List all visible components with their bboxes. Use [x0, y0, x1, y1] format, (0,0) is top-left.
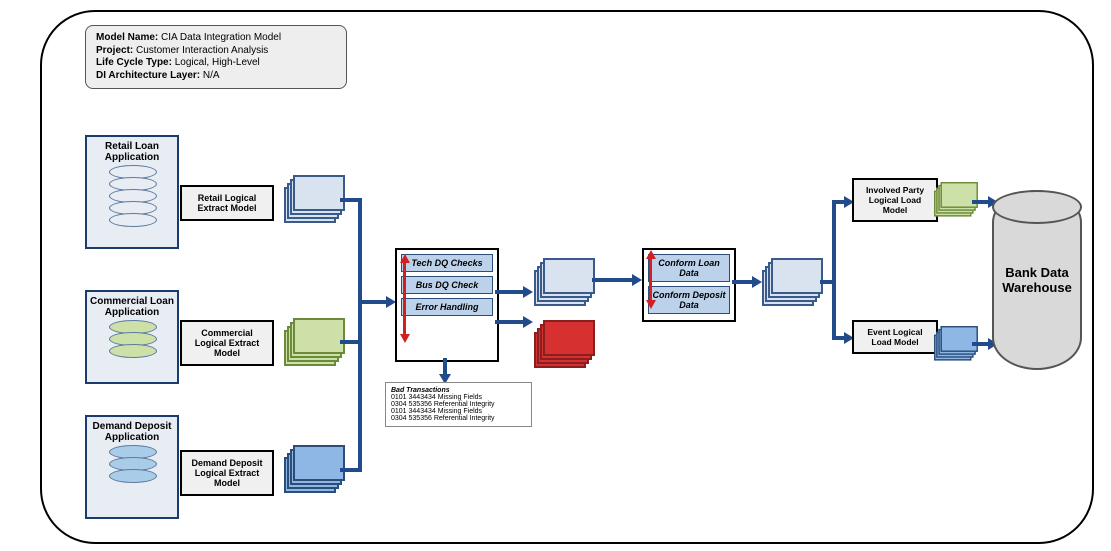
source-demand-title: Demand Deposit Application [87, 417, 177, 447]
data-stack-clean [534, 258, 589, 302]
disk-stack-icon [109, 165, 155, 227]
conform-deposit: Conform Deposit Data [648, 286, 730, 314]
source-retail-title: Retail Loan Application [87, 137, 177, 167]
dq-process-box: Tech DQ Checks Bus DQ Check Error Handli… [395, 248, 499, 362]
diagram-canvas: Model Name: CIA Data Integration Model P… [0, 0, 1111, 551]
output-stack-event [934, 326, 974, 358]
disk-stack-icon [109, 445, 155, 483]
info-model-name-label: Model Name: [96, 32, 158, 43]
load-party-model: Involved Party Logical Load Model [852, 178, 938, 222]
bad-transactions-note: Bad Transactions 0101 3443434 Missing Fi… [385, 382, 532, 427]
conform-process-box: Conform Loan Data Conform Deposit Data [642, 248, 736, 322]
info-model-name: CIA Data Integration Model [161, 32, 281, 43]
info-project: Customer Interaction Analysis [136, 45, 268, 56]
load-event-model: Event Logical Load Model [852, 320, 938, 354]
info-di-layer-label: DI Architecture Layer: [96, 70, 200, 81]
source-commercial-db: Commercial Loan Application [85, 290, 179, 384]
bank-data-warehouse: Bank Data Warehouse [992, 190, 1082, 370]
source-demand-db: Demand Deposit Application [85, 415, 179, 519]
extract-commercial: Commercial Logical Extract Model [180, 320, 274, 366]
extract-demand: Demand Deposit Logical Extract Model [180, 450, 274, 496]
bad-tx-line: 0304 535356 Referential Integrity [391, 415, 526, 422]
source-commercial-title: Commercial Loan Application [87, 292, 177, 322]
bad-tx-line: 0304 535356 Referential Integrity [391, 401, 526, 408]
info-di-layer: N/A [203, 70, 220, 81]
output-stack-party [934, 182, 974, 214]
bad-tx-line: 0101 3443434 Missing Fields [391, 394, 526, 401]
data-stack-demand [284, 445, 339, 489]
warehouse-label: Bank Data Warehouse [998, 265, 1076, 295]
source-retail-db: Retail Loan Application [85, 135, 179, 249]
bad-tx-header: Bad Transactions [391, 387, 526, 394]
dq-tech-checks: Tech DQ Checks [401, 254, 493, 272]
data-stack-errors [534, 320, 589, 364]
dq-error-handling: Error Handling [401, 298, 493, 316]
model-info-box: Model Name: CIA Data Integration Model P… [85, 25, 347, 89]
info-project-label: Project: [96, 45, 133, 56]
info-life-cycle: Logical, High-Level [175, 57, 260, 68]
data-stack-conformed [762, 258, 817, 302]
disk-stack-icon [109, 320, 155, 358]
data-stack-commercial [284, 318, 339, 362]
dq-bus-check: Bus DQ Check [401, 276, 493, 294]
info-life-cycle-label: Life Cycle Type: [96, 57, 172, 68]
data-stack-retail [284, 175, 339, 219]
bad-tx-line: 0101 3443434 Missing Fields [391, 408, 526, 415]
conform-loan: Conform Loan Data [648, 254, 730, 282]
extract-retail: Retail Logical Extract Model [180, 185, 274, 221]
